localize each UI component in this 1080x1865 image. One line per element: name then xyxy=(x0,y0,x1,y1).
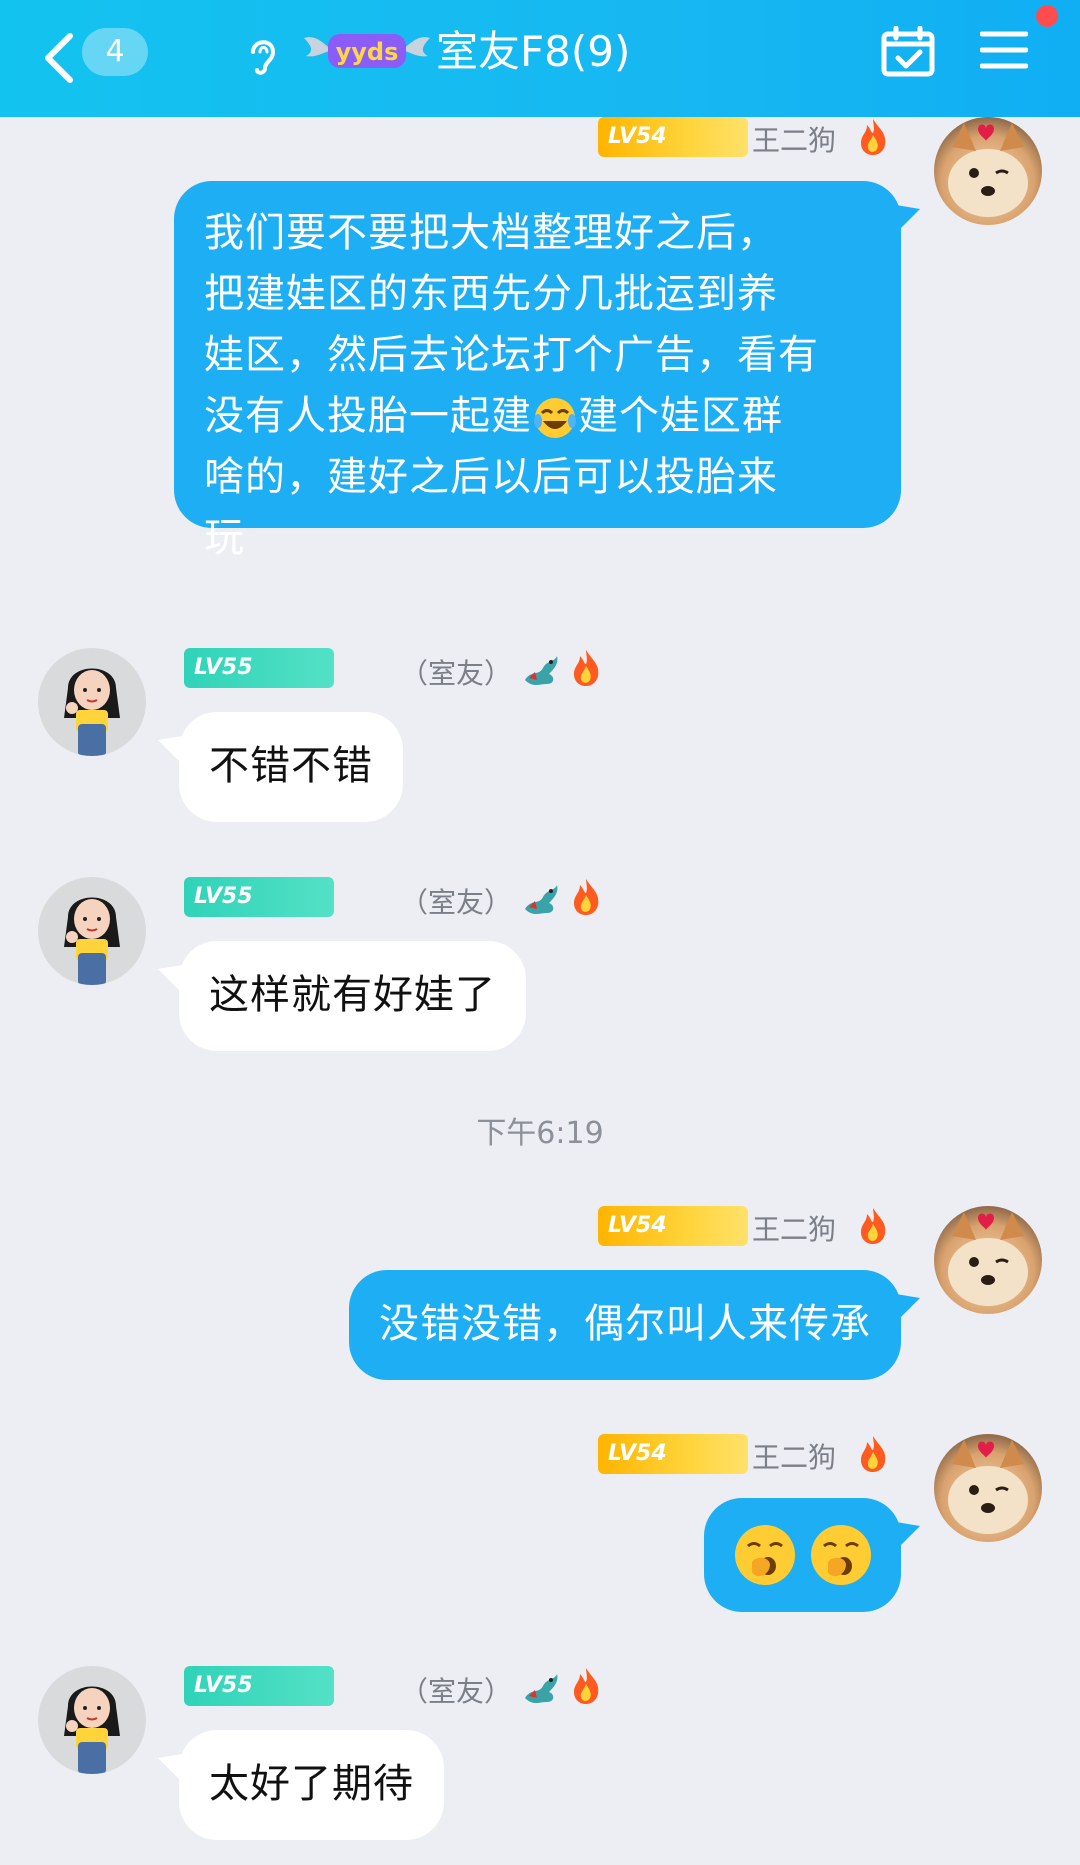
message-line: 娃区，然后去论坛打个广告，看有 xyxy=(204,332,819,378)
avatar[interactable] xyxy=(38,877,146,985)
ear-icon[interactable] xyxy=(245,32,281,76)
message-incoming-1: LV55 （室友） 不错不错 xyxy=(0,648,1080,828)
message-text: 没有人投胎一起建 xyxy=(204,393,532,439)
message-line: 把建娃区的东西先分几批运到养 xyxy=(204,271,778,317)
sender-name: 王二狗 xyxy=(752,1441,837,1474)
sender-name: 王二狗 xyxy=(752,124,837,157)
flame-icon xyxy=(574,1668,599,1704)
level-badge: LV54 xyxy=(598,1434,748,1474)
yawning-face-emoji-icon xyxy=(811,1525,871,1585)
message-bubble[interactable]: 不错不错 xyxy=(179,712,403,822)
message-text: 建个娃区群 xyxy=(578,393,783,439)
bubble-tail xyxy=(896,1294,920,1322)
flame-icon xyxy=(574,650,599,686)
message-outgoing-2: LV54 王二狗 没错没错，偶尔叫人来传承 xyxy=(0,1206,1080,1386)
member-role-tag: （室友） xyxy=(400,1675,513,1708)
avatar[interactable] xyxy=(934,1434,1042,1542)
flame-icon xyxy=(861,119,886,155)
level-badge: LV55 xyxy=(184,1666,334,1706)
message-bubble[interactable]: 我们要不要把大档整理好之后， 把建娃区的东西先分几批运到养 娃区，然后去论坛打个… xyxy=(174,181,901,561)
bubble-tail xyxy=(896,1522,920,1550)
calendar-check-icon[interactable] xyxy=(880,26,936,78)
level-badge: LV54 xyxy=(598,1206,748,1246)
level-badge: LV55 xyxy=(184,877,334,917)
message-bubble[interactable] xyxy=(704,1498,901,1612)
unread-count-badge[interactable]: 4 xyxy=(82,28,148,76)
shiba-avatar-icon xyxy=(948,1212,1028,1306)
message-bubble[interactable]: 太好了期待 xyxy=(179,1730,444,1840)
message-outgoing-3: LV54 王二狗 xyxy=(0,1434,1080,1614)
flame-icon xyxy=(861,1436,886,1472)
message-line: 玩 xyxy=(204,515,245,561)
yawning-face-emoji-icon xyxy=(735,1525,795,1585)
girl-avatar-icon xyxy=(64,668,120,756)
message-line: 我们要不要把大档整理好之后， xyxy=(204,210,778,256)
shiba-avatar-icon xyxy=(948,123,1028,217)
member-role-tag: （室友） xyxy=(400,886,513,919)
avatar[interactable] xyxy=(38,1666,146,1774)
message-timestamp: 下午6:19 xyxy=(476,1116,604,1151)
avatar[interactable] xyxy=(934,1206,1042,1314)
bubble-tail xyxy=(896,205,920,233)
tears-of-joy-emoji-icon xyxy=(534,398,576,438)
dragon-icon xyxy=(525,656,558,685)
menu-icon[interactable] xyxy=(980,28,1028,72)
message-bubble[interactable]: 这样就有好娃了 xyxy=(179,941,526,1051)
member-role-tag: （室友） xyxy=(400,657,513,690)
notification-dot xyxy=(1036,5,1058,27)
level-badge: LV54 xyxy=(598,117,748,157)
yyds-badge-text: yyds xyxy=(336,38,399,66)
flame-icon xyxy=(861,1208,886,1244)
message-bubble[interactable]: 没错没错，偶尔叫人来传承 xyxy=(349,1270,901,1380)
back-arrow-icon[interactable] xyxy=(40,28,80,88)
level-badge: LV55 xyxy=(184,648,334,688)
message-outgoing-1: LV54 王二狗 我们要不要把大档整理好之后， 把建娃区的东西先分几批运到养 娃… xyxy=(0,117,1080,597)
dragon-icon xyxy=(525,885,558,914)
avatar[interactable] xyxy=(934,117,1042,225)
chat-header: 4 yyds 室友F8(9) xyxy=(0,0,1080,117)
message-incoming-3: LV55 （室友） 太好了期待 xyxy=(0,1666,1080,1865)
yyds-winged-badge-icon: yyds xyxy=(304,34,430,68)
message-incoming-2: LV55 （室友） 这样就有好娃了 xyxy=(0,877,1080,1057)
girl-avatar-icon xyxy=(64,897,120,985)
avatar[interactable] xyxy=(38,648,146,756)
sender-name: 王二狗 xyxy=(752,1213,837,1246)
message-line: 啥的，建好之后以后可以投胎来 xyxy=(204,454,778,500)
message-line: 没有人投胎一起建 建个娃区群 xyxy=(204,386,871,447)
dragon-icon xyxy=(525,1674,558,1703)
chat-title: 室友F8(9) xyxy=(436,27,631,76)
girl-avatar-icon xyxy=(64,1686,120,1774)
flame-icon xyxy=(574,879,599,915)
shiba-avatar-icon xyxy=(948,1440,1028,1534)
